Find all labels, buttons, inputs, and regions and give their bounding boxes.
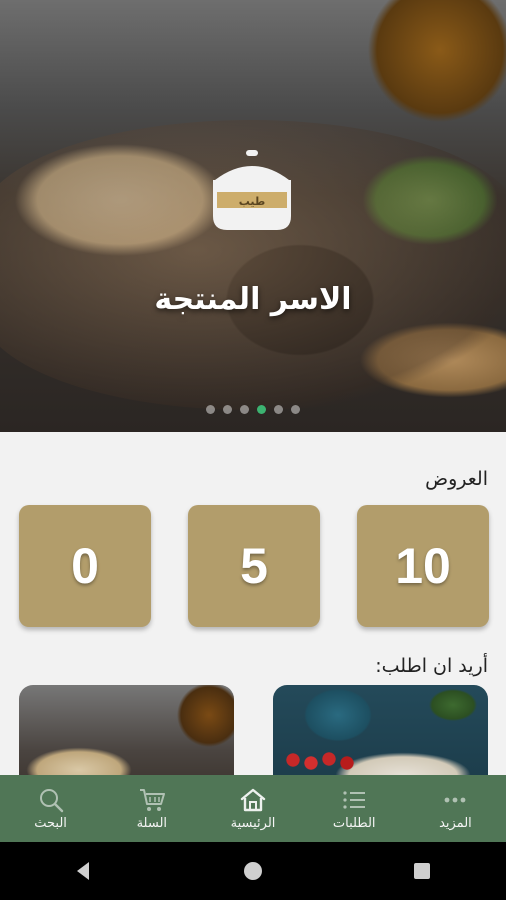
nav-item-home[interactable]: الرئيسية xyxy=(202,775,303,842)
slider-dots[interactable] xyxy=(0,405,506,414)
card-image-detail xyxy=(283,745,383,775)
slider-dot[interactable] xyxy=(240,405,249,414)
order-section-label: أريد ان اطلب: xyxy=(375,655,488,677)
svg-text:طيب: طيب xyxy=(239,195,266,208)
hero-slider[interactable]: طيب الاسر المنتجة xyxy=(0,0,506,432)
home-icon xyxy=(240,788,266,812)
more-dots-icon xyxy=(445,797,466,803)
offer-card[interactable]: 0 xyxy=(19,505,151,627)
search-icon xyxy=(39,789,63,813)
slider-dot[interactable] xyxy=(274,405,283,414)
slider-dot[interactable] xyxy=(206,405,215,414)
nav-label-cart: السلة xyxy=(136,816,168,831)
system-back-button[interactable] xyxy=(54,851,114,891)
home-circle-icon xyxy=(243,862,262,880)
list-icon xyxy=(343,791,366,809)
slider-dot-active[interactable] xyxy=(257,405,266,414)
nav-label-more: المزيد xyxy=(439,816,472,831)
nav-item-search[interactable]: البحث xyxy=(0,775,101,842)
recents-square-icon xyxy=(413,863,430,879)
slider-dot[interactable] xyxy=(291,405,300,414)
offers-row: 0 5 10 xyxy=(19,505,489,629)
system-home-button[interactable] xyxy=(223,851,283,891)
system-recents-button[interactable] xyxy=(392,851,452,891)
nav-label-orders: الطلبات xyxy=(332,816,376,831)
nav-item-more[interactable]: المزيد xyxy=(405,775,506,842)
nav-label-home: الرئيسية xyxy=(230,816,276,831)
slider-dot[interactable] xyxy=(223,405,232,414)
offer-card[interactable]: 5 xyxy=(188,505,320,627)
bottom-nav: البحث السلة الرئيسية الطلبات المزيد xyxy=(0,775,506,842)
system-nav-bar xyxy=(0,842,506,900)
back-triangle-icon xyxy=(77,862,90,880)
nav-item-cart[interactable]: السلة xyxy=(101,775,202,842)
cart-icon xyxy=(139,789,165,811)
logo: طيب xyxy=(207,150,297,240)
hero-title: الاسر المنتجة xyxy=(154,282,352,317)
nav-label-search: البحث xyxy=(34,816,67,831)
nav-item-orders[interactable]: الطلبات xyxy=(304,775,405,842)
offers-label: العروض xyxy=(425,468,488,490)
offer-card[interactable]: 10 xyxy=(357,505,489,627)
